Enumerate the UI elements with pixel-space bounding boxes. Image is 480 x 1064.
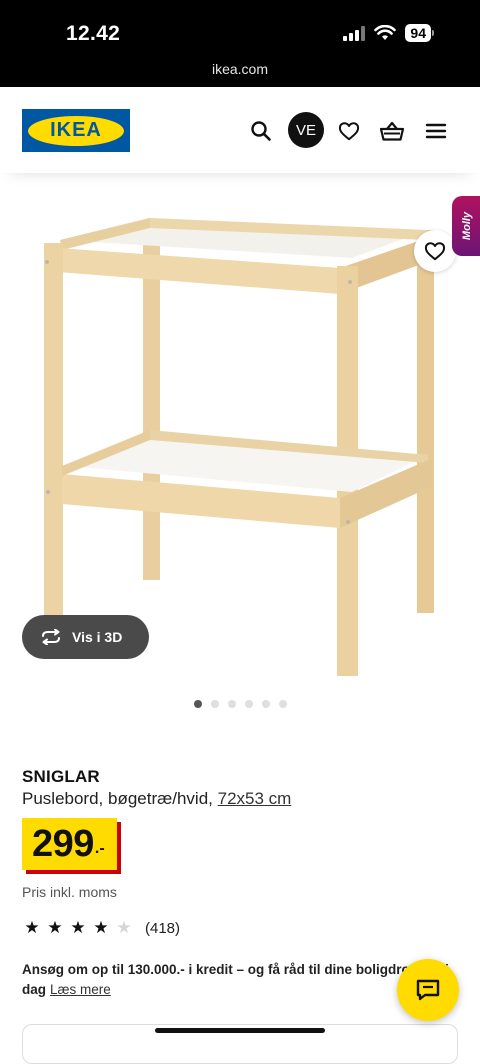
product-description: Puslebord, bøgetræ/hvid, 72x53 cm	[22, 789, 291, 809]
carousel-dots	[0, 700, 480, 708]
favourites-button[interactable]	[331, 113, 367, 149]
star-empty-icon: ★	[116, 918, 132, 937]
star-icon: ★	[93, 918, 109, 937]
chat-icon	[416, 979, 440, 1001]
menu-icon	[425, 123, 447, 139]
star-icon: ★	[47, 918, 63, 937]
status-time: 12.42	[66, 22, 121, 45]
battery-level: 94	[405, 24, 431, 42]
rating-count[interactable]: (418)	[145, 920, 180, 937]
product-image[interactable]	[0, 173, 480, 683]
user-avatar[interactable]: VE	[288, 112, 324, 148]
battery-icon: 94	[405, 24, 434, 42]
view-in-3d-label: Vis i 3D	[72, 629, 123, 645]
search-icon	[251, 121, 271, 141]
ikea-logo[interactable]: IKEA	[22, 109, 130, 152]
product-size-link[interactable]: 72x53 cm	[218, 789, 292, 808]
molly-assistant-tab[interactable]: Molly	[452, 196, 480, 256]
signal-icon	[343, 25, 366, 41]
read-more-link[interactable]: Læs mere	[50, 982, 111, 997]
search-button[interactable]	[243, 113, 279, 149]
carousel-dot[interactable]	[227, 700, 236, 708]
logo-oval: IKEA	[28, 115, 124, 146]
logo-text: IKEA	[50, 119, 102, 141]
molly-label: Molly	[461, 211, 473, 241]
heart-icon	[424, 242, 446, 261]
wifi-icon	[374, 25, 397, 40]
price-value: 299	[32, 823, 94, 865]
credit-offer: Ansøg om op til 130.000.- i kredit – og …	[22, 960, 462, 1000]
carousel-dot[interactable]	[278, 700, 287, 708]
site-header: IKEA VE	[0, 87, 480, 173]
carousel-dot[interactable]	[244, 700, 253, 708]
chat-button[interactable]	[397, 959, 459, 1021]
basket-icon	[379, 121, 405, 141]
home-indicator[interactable]	[155, 1028, 325, 1033]
product-name: SNIGLAR	[22, 767, 100, 786]
view-in-3d-button[interactable]: Vis i 3D	[22, 615, 149, 659]
changing-table-illustration	[44, 218, 434, 676]
star-icon: ★	[24, 918, 40, 937]
rotate-3d-icon	[42, 629, 60, 645]
carousel-dot[interactable]	[261, 700, 270, 708]
status-icons: 94	[343, 24, 434, 42]
add-to-favourites-button[interactable]	[414, 230, 456, 272]
price-suffix: .-	[94, 840, 105, 857]
heart-icon	[338, 122, 360, 141]
star-icon: ★	[70, 918, 86, 937]
menu-button[interactable]	[418, 113, 454, 149]
browser-url[interactable]: ikea.com	[0, 61, 480, 77]
vat-note: Pris inkl. moms	[22, 884, 117, 900]
carousel-dot[interactable]	[193, 700, 202, 708]
basket-button[interactable]	[374, 113, 410, 149]
price-tag: 299 .-	[22, 818, 117, 870]
product-rating[interactable]: ★ ★ ★ ★ ★ (418)	[22, 918, 180, 938]
carousel-dot[interactable]	[210, 700, 219, 708]
status-bar: 12.42 94 ikea.com	[0, 0, 480, 87]
product-description-text: Puslebord, bøgetræ/hvid,	[22, 789, 213, 808]
battery-tip	[432, 30, 434, 36]
